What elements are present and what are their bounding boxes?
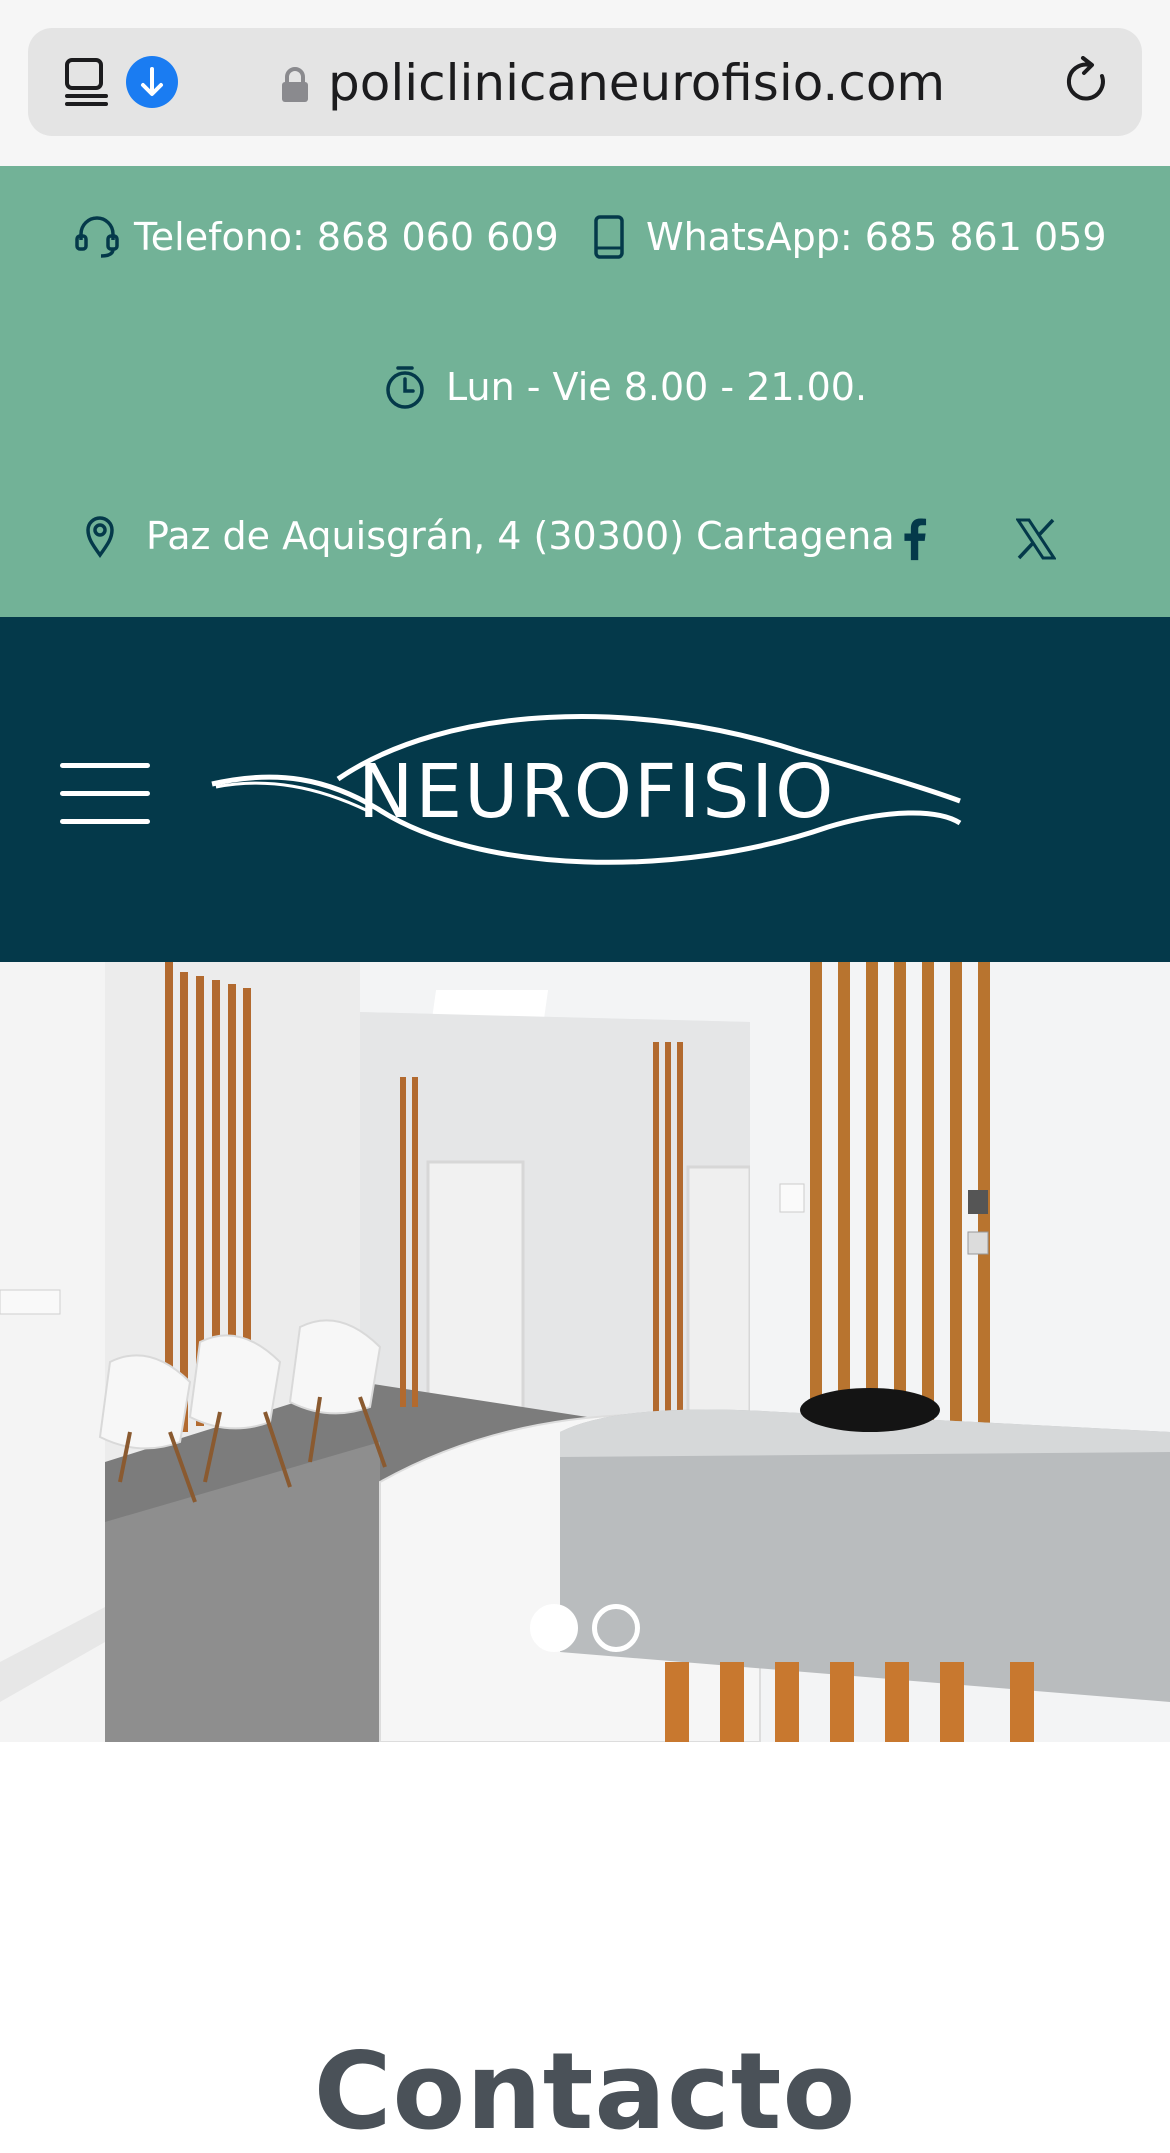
- neurofisio-logo[interactable]: NEUROFISIO: [208, 709, 964, 869]
- reload-icon[interactable]: [1062, 56, 1112, 108]
- lock-icon: [282, 67, 308, 102]
- contact-info-bar: Telefono: 868 060 609 WhatsApp: 685 861 …: [0, 166, 1170, 617]
- phone-text: Telefono: 868 060 609: [134, 215, 559, 259]
- whatsapp-text: WhatsApp: 685 861 059: [646, 215, 1107, 259]
- slider-dot-2[interactable]: [592, 1604, 640, 1652]
- download-icon[interactable]: [126, 56, 178, 108]
- hours-text: Lun - Vie 8.00 - 21.00.: [446, 365, 868, 409]
- slider-pagination: [530, 1604, 640, 1652]
- tabs-icon[interactable]: [62, 56, 112, 108]
- browser-toolbar: policlinicaneurofisio.com: [0, 0, 1170, 166]
- url-text[interactable]: policlinicaneurofisio.com: [328, 54, 945, 112]
- address-text: Paz de Aquisgrán, 4 (30300) Cartagena: [146, 514, 895, 558]
- whatsapp-link[interactable]: WhatsApp: 685 861 059: [592, 214, 1107, 260]
- site-header: NEUROFISIO: [0, 617, 1170, 962]
- address-link[interactable]: Paz de Aquisgrán, 4 (30300) Cartagena: [84, 514, 895, 558]
- address-bar[interactable]: policlinicaneurofisio.com: [28, 28, 1142, 136]
- mobile-phone-icon: [594, 215, 624, 259]
- opening-hours: Lun - Vie 8.00 - 21.00.: [384, 364, 867, 410]
- hero-slider[interactable]: [0, 962, 1170, 1742]
- map-pin-icon: [86, 516, 114, 558]
- logo-text: NEUROFISIO: [358, 749, 835, 835]
- stopwatch-icon: [386, 366, 424, 409]
- slider-dot-1[interactable]: [530, 1604, 578, 1652]
- hamburger-menu-icon[interactable]: [60, 763, 150, 824]
- phone-link[interactable]: Telefono: 868 060 609: [74, 214, 559, 260]
- headset-icon: [75, 216, 119, 258]
- facebook-icon[interactable]: [898, 516, 930, 564]
- contact-heading: Contacto: [313, 2030, 857, 2153]
- x-twitter-icon[interactable]: [1016, 518, 1056, 560]
